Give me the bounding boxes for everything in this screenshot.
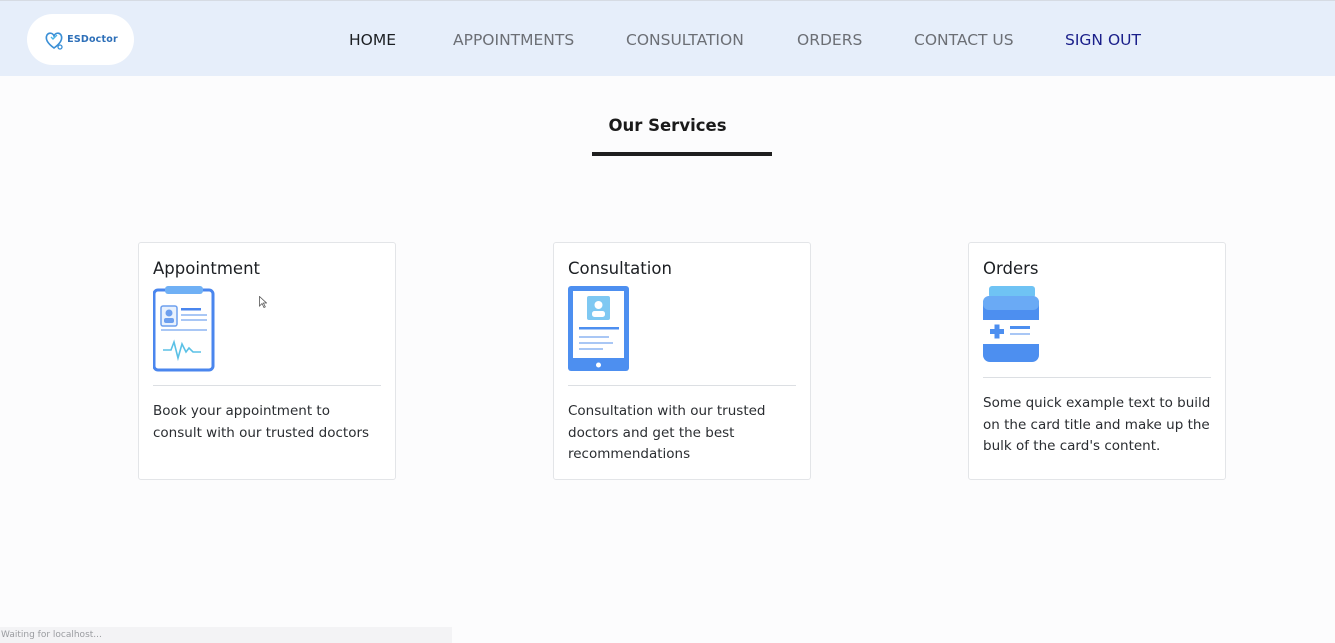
nav-appointments[interactable]: APPOINTMENTS [453, 31, 574, 49]
card-orders[interactable]: Orders Some quick example text to build … [968, 242, 1226, 480]
tablet-profile-icon [568, 286, 629, 371]
card-title: Consultation [568, 259, 672, 278]
card-divider [983, 377, 1211, 378]
nav-sign-out[interactable]: SIGN OUT [1065, 31, 1141, 49]
navbar: ESDoctor HOME APPOINTMENTS CONSULTATION … [0, 0, 1335, 76]
medicine-bottle-icon [983, 286, 1039, 362]
card-text: Some quick example text to build on the … [983, 395, 1211, 454]
browser-status-bar: Waiting for localhost... [0, 627, 452, 643]
card-divider [568, 385, 796, 386]
card-text: Book your appointment to consult with ou… [153, 403, 370, 441]
card-appointment[interactable]: Appointment Book your appointment to con… [138, 242, 396, 480]
card-divider [153, 385, 381, 386]
nav-home[interactable]: HOME [349, 31, 396, 49]
card-text: Consultation with our trusted doctors an… [568, 403, 766, 462]
stethoscope-heart-icon [45, 31, 63, 50]
card-title: Appointment [153, 259, 260, 278]
mouse-cursor-icon [259, 296, 267, 308]
nav-orders[interactable]: ORDERS [797, 31, 862, 49]
brand-name: ESDoctor [67, 34, 118, 45]
nav-contact-us[interactable]: CONTACT US [914, 31, 1014, 49]
brand-logo[interactable]: ESDoctor [27, 14, 134, 65]
card-consultation[interactable]: Consultation Consultation with our trust… [553, 242, 811, 480]
clipboard-medical-icon [153, 286, 215, 372]
card-title: Orders [983, 259, 1039, 278]
section-title: Our Services [608, 116, 727, 135]
title-underline [592, 152, 772, 156]
nav-consultation[interactable]: CONSULTATION [626, 31, 744, 49]
